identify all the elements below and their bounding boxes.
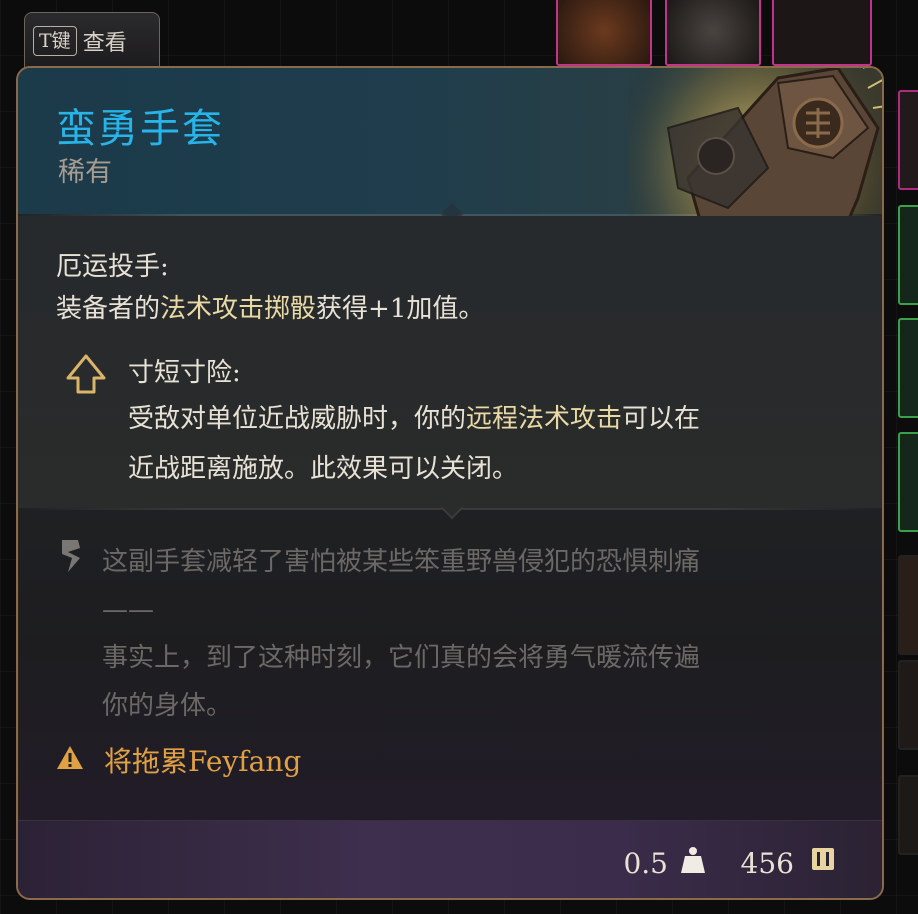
inventory-slot[interactable] (898, 775, 918, 855)
inventory-slot[interactable] (898, 555, 918, 655)
up-arrow-passive-icon (66, 354, 106, 394)
item-name: 蛮勇手套 (56, 106, 224, 152)
tooltip-footer: 0.5 456 (18, 820, 882, 898)
inventory-slot[interactable] (898, 90, 918, 190)
perk-title: 厄运投手: (56, 252, 169, 282)
inventory-slot[interactable] (898, 660, 918, 750)
weight-value: 0.5 (623, 847, 668, 880)
gold-coin-icon (812, 848, 834, 870)
item-tooltip: 蛮勇手套 稀有 厄运投手: 装备者的法术攻击掷骰获得+1加值。 寸短寸险: 受敌… (16, 66, 884, 900)
inventory-slot[interactable] (665, 0, 761, 66)
passive-description: 受敌对单位近战威胁时，你的远程法术攻击可以在 近战距离施放。此效果可以关闭。 (128, 404, 701, 484)
price-value: 456 (740, 847, 794, 880)
inventory-slot[interactable] (898, 205, 918, 305)
inventory-slot[interactable] (898, 432, 918, 532)
perk-description: 装备者的法术攻击掷骰获得+1加值。 (56, 294, 485, 324)
inventory-slot[interactable] (898, 318, 918, 418)
inspect-key-hint[interactable]: T键 查看 (24, 12, 160, 68)
flavor-text: 这副手套减轻了害怕被某些笨重野兽侵犯的恐惧刺痛 —— 事实上，到了这种时刻，它们… (102, 547, 701, 721)
quill-icon (62, 540, 80, 572)
key-hint-label: 查看 (82, 30, 127, 56)
inventory-slot[interactable] (772, 0, 872, 66)
weight-icon (681, 847, 705, 873)
inventory-slot[interactable] (556, 0, 652, 66)
encumbrance-warning: 将拖累Feyfang (104, 745, 302, 778)
warning-triangle-icon (57, 746, 83, 769)
item-rarity: 稀有 (58, 157, 112, 188)
passive-title: 寸短寸险: (128, 358, 241, 388)
key-cap: T键 (33, 25, 77, 56)
